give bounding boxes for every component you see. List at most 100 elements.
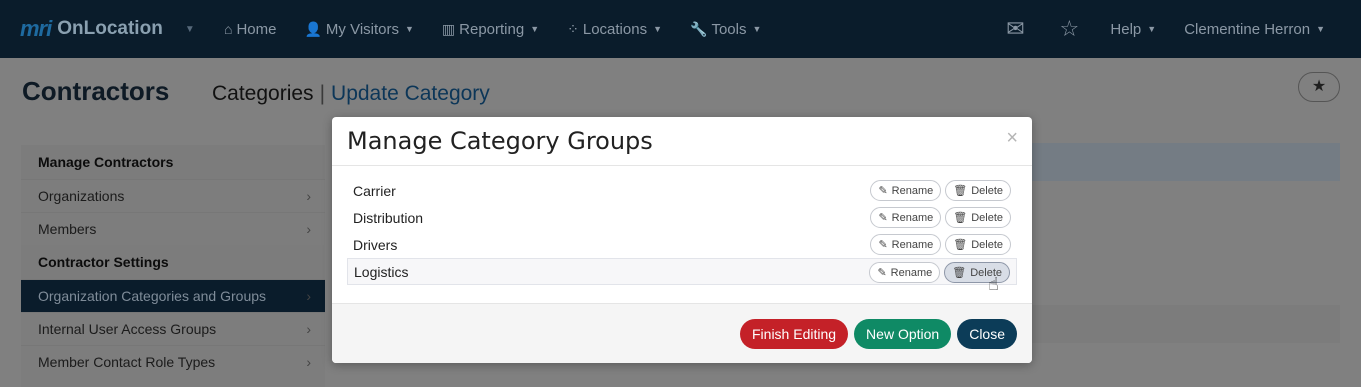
pencil-icon: ✎ <box>878 212 888 224</box>
rename-button[interactable]: ✎ Rename <box>870 180 942 201</box>
rename-button[interactable]: ✎ Rename <box>870 234 942 255</box>
nav-locations[interactable]: ⁘ Locations ▼ <box>553 0 676 58</box>
favorite-star-icon[interactable]: ★ <box>1298 72 1340 102</box>
sidebar-item-label: Organizations <box>38 188 125 204</box>
close-icon[interactable]: × <box>1006 127 1018 150</box>
finish-editing-button[interactable]: Finish Editing <box>740 319 849 349</box>
nav-right: ✉ ☆ Help ▼ Clementine Herron ▼ <box>988 0 1361 58</box>
sidebar-item-organizations[interactable]: Organizations › <box>21 179 325 212</box>
chevron-right-icon: › <box>306 321 311 337</box>
chevron-down-icon: ▼ <box>1147 24 1157 34</box>
sidebar-item-label: Internal User Access Groups <box>38 321 217 337</box>
group-name: Distribution <box>353 209 424 226</box>
nav-home-label: Home <box>236 20 277 38</box>
nav-locations-label: Locations <box>582 20 648 38</box>
nav-user[interactable]: Clementine Herron ▼ <box>1170 0 1361 58</box>
delete-label: Delete <box>971 184 1003 197</box>
chevron-down-icon: ▼ <box>405 24 414 34</box>
sidebar-item-label: Member Contact Role Types <box>38 354 216 370</box>
trash-icon: 🗑 <box>953 239 968 251</box>
rename-label: Rename <box>890 266 933 279</box>
modal-header: Manage Category Groups × <box>332 117 1032 166</box>
list-item: Drivers ✎ Rename 🗑 Delete <box>347 231 1017 258</box>
hand-cursor-icon: ☝ <box>988 274 999 294</box>
nav-help[interactable]: Help ▼ <box>1096 0 1170 58</box>
sidebar-item-label: Members <box>38 221 97 237</box>
sidebar-item-label: Organization Categories and Groups <box>38 288 267 304</box>
network-icon: ⁘ <box>567 20 579 37</box>
pencil-icon: ✎ <box>877 267 887 279</box>
trash-icon: 🗑 <box>952 267 967 279</box>
brand-logo: mri <box>20 16 52 41</box>
home-icon: ⌂ <box>224 21 233 37</box>
star-icon[interactable]: ☆ <box>1042 16 1096 42</box>
manage-category-groups-modal: Manage Category Groups × Carrier ✎ Rename… <box>332 117 1032 363</box>
rename-button[interactable]: ✎ Rename <box>870 207 942 228</box>
chevron-right-icon: › <box>306 221 311 237</box>
close-button[interactable]: Close <box>957 319 1017 349</box>
user-name: Clementine Herron <box>1184 20 1311 38</box>
list-item: Distribution ✎ Rename 🗑 Delete <box>347 204 1017 231</box>
nav-help-label: Help <box>1110 20 1142 38</box>
page-title: Contractors <box>22 76 170 106</box>
delete-button[interactable]: 🗑 Delete <box>945 207 1011 228</box>
nav-tools-label: Tools <box>711 20 747 38</box>
sidebar-item-member-contact-role[interactable]: Member Contact Role Types › <box>21 345 325 378</box>
top-navbar: mri OnLocation ▼ ⌂ Home 👤 My Visitors ▼ … <box>0 0 1361 58</box>
rename-label: Rename <box>891 211 934 224</box>
breadcrumb-current: Categories <box>212 82 314 105</box>
background-panel <box>1030 305 1340 343</box>
rename-label: Rename <box>891 238 934 251</box>
chart-icon: ▥ <box>441 20 456 37</box>
background-panel <box>1030 143 1340 181</box>
group-name: Drivers <box>353 236 398 253</box>
nav-my-visitors-label: My Visitors <box>325 20 399 38</box>
chevron-down-icon: ▼ <box>653 24 662 34</box>
sidebar-section-manage: Manage Contractors <box>21 145 325 179</box>
nav-home[interactable]: ⌂ Home <box>210 0 290 58</box>
chevron-right-icon: › <box>306 288 311 304</box>
sidebar: Manage Contractors Organizations › Membe… <box>21 145 325 387</box>
chevron-down-icon: ▼ <box>752 24 762 34</box>
brand[interactable]: mri OnLocation ▼ <box>20 16 210 42</box>
sidebar-item-internal-user-access[interactable]: Internal User Access Groups › <box>21 312 325 345</box>
breadcrumb-separator: | <box>319 82 326 105</box>
chevron-right-icon: › <box>306 354 311 370</box>
new-option-button[interactable]: New Option <box>854 319 952 349</box>
wrench-icon: 🔧 <box>690 20 708 37</box>
delete-label: Delete <box>971 211 1003 224</box>
nav-my-visitors[interactable]: 👤 My Visitors ▼ <box>290 0 427 58</box>
chevron-down-icon: ▼ <box>1316 24 1325 34</box>
pencil-icon: ✎ <box>878 239 888 251</box>
nav-tools[interactable]: 🔧 Tools ▼ <box>676 0 775 58</box>
pencil-icon: ✎ <box>878 185 888 197</box>
nav-reporting[interactable]: ▥ Reporting ▼ <box>428 0 553 58</box>
nav-reporting-label: Reporting <box>459 20 525 38</box>
delete-button[interactable]: 🗑 Delete <box>944 262 1010 283</box>
modal-footer: Finish Editing New Option Close <box>332 303 1032 363</box>
chevron-down-icon: ▼ <box>530 24 540 34</box>
modal-body: Carrier ✎ Rename 🗑 Delete Distribution ✎ Re… <box>332 166 1032 303</box>
trash-icon: 🗑 <box>953 212 968 224</box>
list-item: Logistics ✎ Rename 🗑 Delete <box>347 258 1017 285</box>
list-item: Carrier ✎ Rename 🗑 Delete <box>347 177 1017 204</box>
rename-label: Rename <box>891 184 934 197</box>
delete-button[interactable]: 🗑 Delete <box>945 180 1011 201</box>
chevron-down-icon[interactable]: ▼ <box>185 24 195 35</box>
user-icon: 👤 <box>304 20 322 37</box>
delete-label: Delete <box>971 238 1003 251</box>
brand-name: OnLocation <box>57 18 163 39</box>
group-name: Carrier <box>353 182 396 199</box>
sidebar-section-settings: Contractor Settings <box>21 245 325 279</box>
chevron-right-icon: › <box>306 188 311 204</box>
modal-title: Manage Category Groups <box>347 127 653 155</box>
breadcrumb: Categories | Update Category <box>212 82 490 106</box>
envelope-icon[interactable]: ✉ <box>988 16 1042 42</box>
rename-button[interactable]: ✎ Rename <box>869 262 941 283</box>
sidebar-item-organization-categories[interactable]: Organization Categories and Groups › <box>21 279 325 312</box>
sidebar-item-members[interactable]: Members › <box>21 212 325 245</box>
breadcrumb-link[interactable]: Update Category <box>331 82 490 105</box>
trash-icon: 🗑 <box>953 185 968 197</box>
group-name: Logistics <box>354 263 409 280</box>
delete-button[interactable]: 🗑 Delete <box>945 234 1011 255</box>
